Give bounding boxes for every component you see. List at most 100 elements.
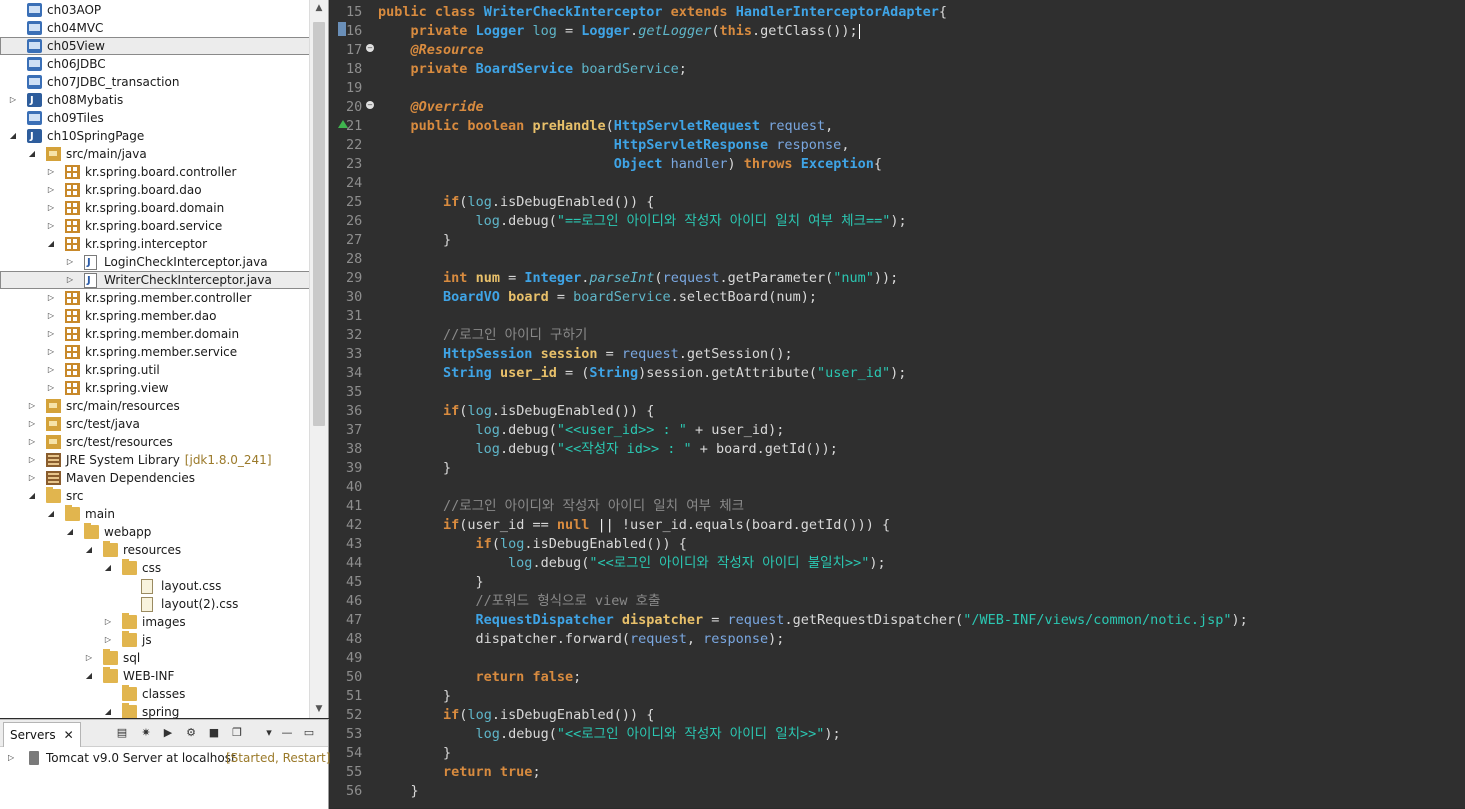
code-line[interactable]: log.debug("<<작성자 id>> : " + board.getId(…: [378, 440, 838, 459]
code-line[interactable]: log.debug("<<로그인 아이디와 작성자 아이디 불일치>>");: [378, 554, 886, 573]
tree-item[interactable]: ◢ src/main/java: [0, 145, 310, 163]
tree-item[interactable]: ▷ kr.spring.util: [0, 361, 310, 379]
code-editor[interactable]: 15 16 17 18 19 20 21 22 23 24 25 26 27 28 29 30 31 32 33 34…: [330, 0, 1465, 808]
code-line[interactable]: }: [378, 782, 419, 801]
code-line[interactable]: if(log.isDebugEnabled()) {: [378, 706, 654, 725]
tree-item[interactable]: ▷ kr.spring.board.controller: [0, 163, 310, 181]
fold-icon[interactable]: −: [366, 101, 374, 109]
maximize-icon[interactable]: ▭: [302, 726, 316, 740]
collapse-icon[interactable]: ◢: [8, 127, 18, 145]
tree-item[interactable]: ▷ images: [0, 613, 310, 631]
expand-icon[interactable]: ▷: [8, 91, 18, 109]
collapse-icon[interactable]: ◢: [65, 523, 75, 541]
code-line[interactable]: }: [378, 744, 451, 763]
tree-item[interactable]: ▷ JRE System Library [jdk1.8.0_241]: [0, 451, 310, 469]
expand-icon[interactable]: ▷: [27, 415, 37, 433]
expand-icon[interactable]: ▷: [65, 271, 75, 289]
new-server-icon[interactable]: ▤: [115, 726, 129, 740]
expand-icon[interactable]: ▷: [27, 433, 37, 451]
tree-item[interactable]: ◢ kr.spring.interceptor: [0, 235, 310, 253]
tree-item[interactable]: ◢ main: [0, 505, 310, 523]
explorer-scrollbar[interactable]: ▲ ▼: [309, 0, 328, 718]
expand-icon[interactable]: ▷: [46, 379, 56, 397]
tree-item[interactable]: ▷ src/main/resources: [0, 397, 310, 415]
tree-item[interactable]: ch05View: [0, 37, 310, 55]
collapse-icon[interactable]: ◢: [27, 487, 37, 505]
code-line[interactable]: dispatcher.forward(request, response);: [378, 630, 785, 649]
tree-item[interactable]: ch06JDBC: [0, 55, 310, 73]
code-line[interactable]: //로그인 아이디 구하기: [378, 326, 587, 345]
tree-item[interactable]: ch04MVC: [0, 19, 310, 37]
expand-icon[interactable]: ▷: [46, 217, 56, 235]
tree-item[interactable]: ch03AOP: [0, 1, 310, 19]
code-line[interactable]: private Logger log = Logger.getLogger(th…: [378, 22, 860, 41]
tree-item[interactable]: ◢ webapp: [0, 523, 310, 541]
collapse-icon[interactable]: ◢: [46, 235, 56, 253]
expand-icon[interactable]: ▷: [27, 397, 37, 415]
code-line[interactable]: if(log.isDebugEnabled()) {: [378, 402, 654, 421]
scroll-up-icon[interactable]: ▲: [310, 0, 328, 17]
expand-icon[interactable]: ▷: [27, 469, 37, 487]
code-line[interactable]: if(log.isDebugEnabled()) {: [378, 535, 687, 554]
tree-item[interactable]: classes: [0, 685, 310, 703]
code-line[interactable]: RequestDispatcher dispatcher = request.g…: [378, 611, 1248, 630]
code-line[interactable]: public class WriterCheckInterceptor exte…: [378, 3, 947, 22]
code-line[interactable]: @Override: [378, 98, 484, 117]
code-line[interactable]: log.debug("<<로그인 아이디와 작성자 아이디 일치>>");: [378, 725, 841, 744]
tree-item[interactable]: ch07JDBC_transaction: [0, 73, 310, 91]
code-line[interactable]: if(log.isDebugEnabled()) {: [378, 193, 654, 212]
profile-icon[interactable]: ⚙: [184, 726, 198, 740]
expand-icon[interactable]: ▷: [46, 289, 56, 307]
code-line[interactable]: return false;: [378, 668, 582, 687]
scroll-down-icon[interactable]: ▼: [310, 701, 328, 718]
collapse-icon[interactable]: ◢: [27, 145, 37, 163]
tree-item[interactable]: ch09Tiles: [0, 109, 310, 127]
tree-item[interactable]: ▷ kr.spring.member.domain: [0, 325, 310, 343]
code-line[interactable]: if(user_id == null || !user_id.equals(bo…: [378, 516, 890, 535]
code-line[interactable]: HttpServletResponse response,: [378, 136, 850, 155]
tree-item[interactable]: ▷ WriterCheckInterceptor.java: [0, 271, 310, 290]
collapse-icon[interactable]: ◢: [84, 541, 94, 559]
expand-icon[interactable]: ▷: [84, 649, 94, 667]
collapse-icon[interactable]: ◢: [84, 667, 94, 685]
tree-item[interactable]: ◢ resources: [0, 541, 310, 559]
tree-item[interactable]: ◢ ch10SpringPage: [0, 127, 310, 146]
tree-item[interactable]: ▷ LoginCheckInterceptor.java: [0, 253, 310, 272]
code-line[interactable]: log.debug("==로그인 아이디와 작성자 아이디 일치 여부 체크==…: [378, 212, 907, 231]
code-line[interactable]: private BoardService boardService;: [378, 60, 687, 79]
tree-item[interactable]: ▷ src/test/java: [0, 415, 310, 433]
tree-item[interactable]: ▷ Maven Dependencies: [0, 469, 310, 487]
tree-item[interactable]: layout(2).css: [0, 595, 310, 613]
tree-item[interactable]: ▷ ch08Mybatis: [0, 91, 310, 110]
tree-item[interactable]: ◢ css: [0, 559, 310, 577]
code-line[interactable]: //로그인 아이디와 작성자 아이디 일치 여부 체크: [378, 497, 744, 516]
minimize-icon[interactable]: —: [280, 726, 294, 740]
tree-item[interactable]: ▷ kr.spring.board.domain: [0, 199, 310, 217]
close-icon[interactable]: ✕: [64, 728, 74, 742]
scrollbar-thumb[interactable]: [313, 22, 325, 426]
collapse-icon[interactable]: ◢: [103, 703, 113, 718]
start-icon[interactable]: ▶: [161, 726, 175, 740]
debug-icon[interactable]: ✷: [139, 726, 153, 740]
expand-icon[interactable]: ▷: [103, 631, 113, 649]
expand-icon[interactable]: ▷: [46, 343, 56, 361]
code-line[interactable]: BoardVO board = boardService.selectBoard…: [378, 288, 817, 307]
code-line[interactable]: }: [378, 231, 451, 250]
expand-icon[interactable]: ▷: [46, 181, 56, 199]
collapse-icon[interactable]: ◢: [103, 559, 113, 577]
tree-item[interactable]: ▷ kr.spring.board.dao: [0, 181, 310, 199]
code-line[interactable]: String user_id = (String)session.getAttr…: [378, 364, 906, 383]
tree-item[interactable]: ▷ kr.spring.view: [0, 379, 310, 397]
view-menu-icon[interactable]: ▾: [262, 726, 276, 740]
tree-item[interactable]: ▷ kr.spring.board.service: [0, 217, 310, 235]
code-line[interactable]: @Resource: [378, 41, 484, 60]
expand-icon[interactable]: ▷: [103, 613, 113, 631]
fold-icon[interactable]: −: [366, 44, 374, 52]
collapse-icon[interactable]: ◢: [46, 505, 56, 523]
code-line[interactable]: Object handler) throws Exception{: [378, 155, 882, 174]
tab-servers[interactable]: Servers ✕: [3, 722, 81, 747]
tree-item[interactable]: ◢ spring: [0, 703, 310, 718]
expand-icon[interactable]: ▷: [46, 163, 56, 181]
tree-item[interactable]: ◢ src: [0, 487, 310, 505]
tree-item[interactable]: layout.css: [0, 577, 310, 595]
